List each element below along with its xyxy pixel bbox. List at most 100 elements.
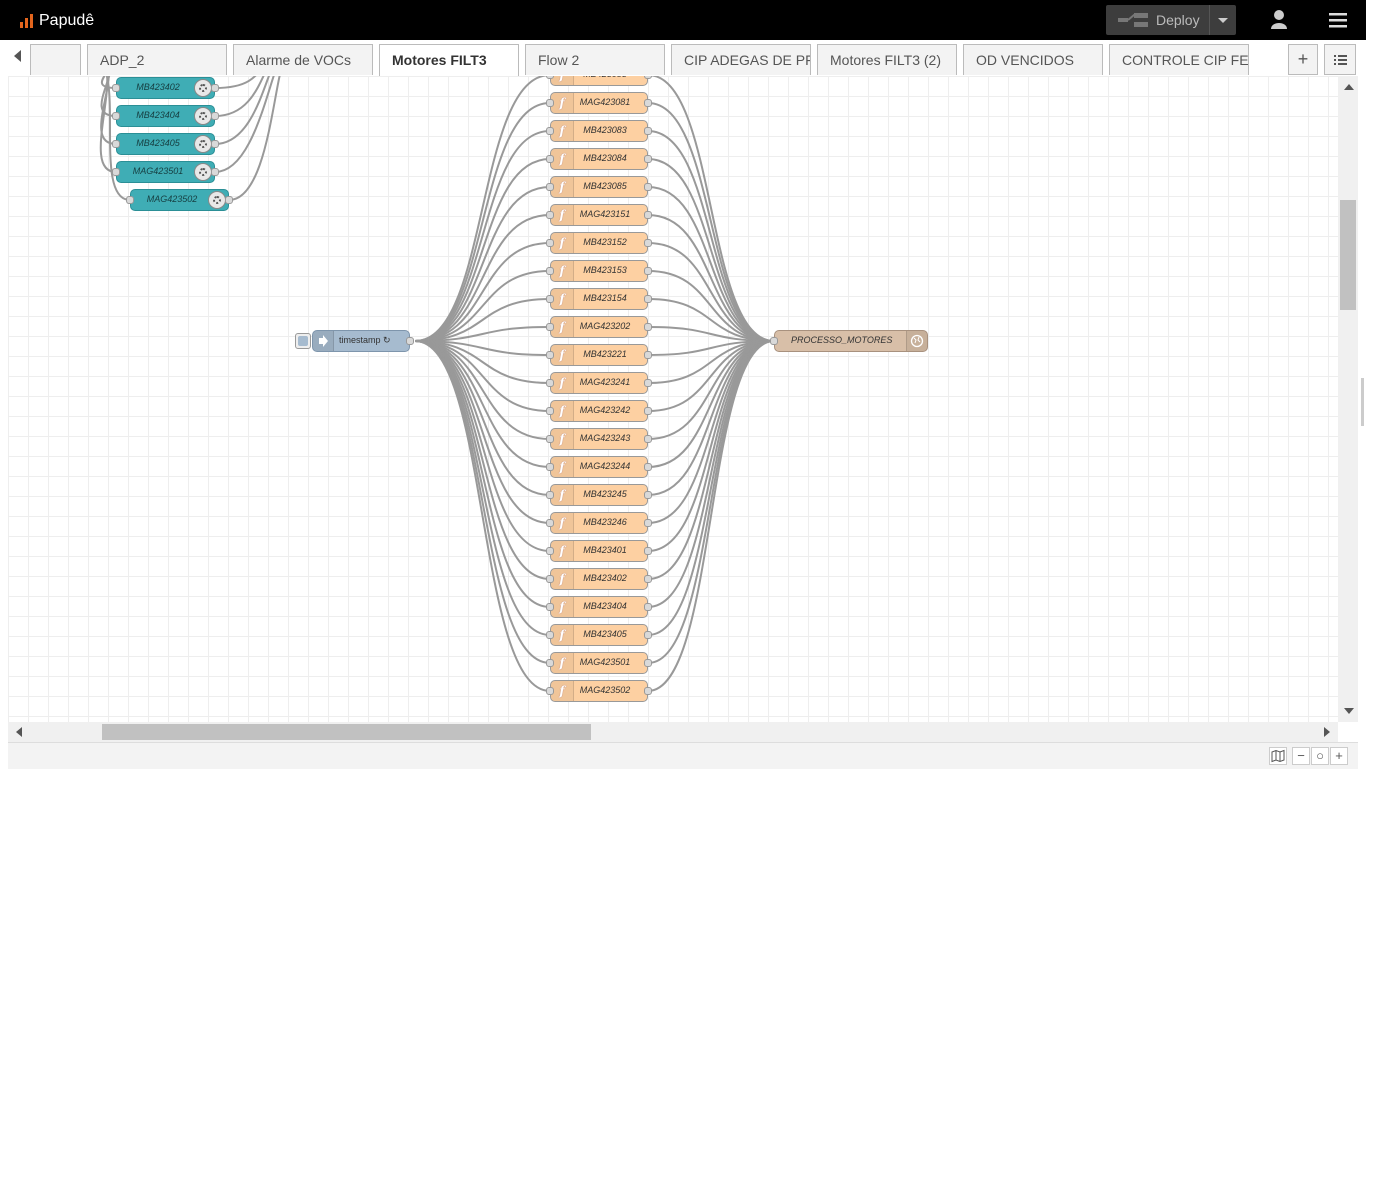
subflow-node[interactable]: MAG423501 [112, 161, 219, 183]
inject-trigger-button[interactable] [295, 333, 311, 349]
output-port[interactable] [644, 99, 652, 107]
output-port[interactable] [644, 575, 652, 583]
output-port[interactable] [644, 127, 652, 135]
tab-unnamed[interactable] [30, 44, 81, 75]
function-node[interactable]: f MAG423081 [546, 92, 652, 114]
inject-node[interactable]: timestamp ↻ [295, 330, 414, 352]
tab-alarme-de-vocs[interactable]: Alarme de VOCs [233, 44, 373, 75]
function-node[interactable]: f MB423245 [546, 484, 652, 506]
function-node[interactable]: f MB423153 [546, 260, 652, 282]
function-node[interactable]: f MAG423151 [546, 204, 652, 226]
input-port[interactable] [546, 155, 554, 163]
input-port[interactable] [546, 463, 554, 471]
input-port[interactable] [546, 379, 554, 387]
function-node[interactable]: f MAG423501 [546, 652, 652, 674]
tab-motores-filt3[interactable]: Motores FILT3 [379, 44, 519, 76]
output-port[interactable] [211, 168, 219, 176]
input-port[interactable] [546, 323, 554, 331]
function-node[interactable]: f MB423152 [546, 232, 652, 254]
input-port[interactable] [546, 267, 554, 275]
tab-scroll-left-button[interactable] [8, 40, 28, 76]
output-port[interactable] [644, 659, 652, 667]
function-node[interactable]: f MB423154 [546, 288, 652, 310]
output-port[interactable] [211, 84, 219, 92]
function-node[interactable]: f MAG423202 [546, 316, 652, 338]
navigator-button[interactable] [1269, 747, 1287, 765]
output-port[interactable] [644, 491, 652, 499]
scroll-up-arrow[interactable] [1344, 84, 1354, 90]
function-node[interactable]: f MB423401 [546, 540, 652, 562]
input-port[interactable] [546, 659, 554, 667]
subflow-node[interactable]: MB423405 [112, 133, 219, 155]
add-flow-button[interactable]: + [1288, 44, 1318, 75]
output-port[interactable] [644, 379, 652, 387]
input-port[interactable] [546, 407, 554, 415]
function-node[interactable]: f MB423405 [546, 624, 652, 646]
input-port[interactable] [546, 603, 554, 611]
output-port[interactable] [644, 463, 652, 471]
function-node[interactable]: fMB423083 [546, 76, 652, 86]
vertical-scroll-thumb[interactable] [1340, 200, 1356, 310]
function-node[interactable]: f MB423402 [546, 568, 652, 590]
input-port[interactable] [546, 127, 554, 135]
function-node[interactable]: f MAG423242 [546, 400, 652, 422]
output-port[interactable] [644, 183, 652, 191]
function-node[interactable]: f MAG423243 [546, 428, 652, 450]
input-port[interactable] [546, 519, 554, 527]
subflow-node[interactable]: MAG423502 [126, 189, 233, 211]
output-port[interactable] [644, 239, 652, 247]
sidebar-resize-handle[interactable] [1361, 378, 1364, 426]
function-node[interactable]: f MAG423502 [546, 680, 652, 702]
tab-cip-adegas[interactable]: CIP ADEGAS DE PF [671, 44, 811, 75]
input-port[interactable] [546, 211, 554, 219]
flow-canvas[interactable]: timestamp ↻ PROCESSO_MOTORES fMB423083 fM… [8, 76, 1338, 722]
horizontal-scrollbar[interactable] [8, 722, 1338, 742]
input-port[interactable] [546, 351, 554, 359]
scroll-right-arrow[interactable] [1324, 727, 1330, 737]
function-node[interactable]: f MAG423244 [546, 456, 652, 478]
output-port[interactable] [406, 337, 414, 345]
output-port[interactable] [644, 435, 652, 443]
input-port[interactable] [546, 435, 554, 443]
input-port[interactable] [112, 168, 120, 176]
input-port[interactable] [546, 547, 554, 555]
function-node[interactable]: f MB423085 [546, 176, 652, 198]
output-port[interactable] [211, 112, 219, 120]
deploy-button[interactable]: Deploy [1106, 5, 1236, 35]
function-node[interactable]: f MB423084 [546, 148, 652, 170]
input-port[interactable] [546, 631, 554, 639]
zoom-in-button[interactable]: + [1330, 747, 1348, 765]
horizontal-scroll-thumb[interactable] [102, 724, 591, 740]
input-port[interactable] [546, 239, 554, 247]
output-port[interactable] [644, 267, 652, 275]
function-node[interactable]: f MB423246 [546, 512, 652, 534]
vertical-scrollbar[interactable] [1338, 76, 1358, 722]
tab-flow-2[interactable]: Flow 2 [525, 44, 665, 75]
tab-adp-2[interactable]: ADP_2 [87, 44, 227, 75]
input-port[interactable] [546, 491, 554, 499]
output-port[interactable] [644, 351, 652, 359]
tab-controle-cip[interactable]: CONTROLE CIP FE [1109, 44, 1249, 75]
input-port[interactable] [546, 183, 554, 191]
output-port[interactable] [644, 631, 652, 639]
input-port[interactable] [112, 140, 120, 148]
subflow-node[interactable]: MB423402 [112, 77, 219, 99]
tab-od-vencidos[interactable]: OD VENCIDOS [963, 44, 1103, 75]
scroll-down-arrow[interactable] [1344, 708, 1354, 714]
output-port[interactable] [644, 211, 652, 219]
input-port[interactable] [546, 575, 554, 583]
scroll-left-arrow[interactable] [16, 727, 22, 737]
output-port[interactable] [644, 407, 652, 415]
input-port[interactable] [112, 112, 120, 120]
output-port[interactable] [644, 519, 652, 527]
input-port[interactable] [546, 295, 554, 303]
output-port[interactable] [225, 196, 233, 204]
deploy-menu-caret[interactable] [1209, 5, 1236, 35]
link-out-node[interactable]: PROCESSO_MOTORES [770, 330, 928, 352]
function-node[interactable]: f MB423221 [546, 344, 652, 366]
output-port[interactable] [644, 155, 652, 163]
subflow-node[interactable]: MB423404 [112, 105, 219, 127]
output-port[interactable] [644, 295, 652, 303]
input-port[interactable] [546, 99, 554, 107]
output-port[interactable] [644, 323, 652, 331]
